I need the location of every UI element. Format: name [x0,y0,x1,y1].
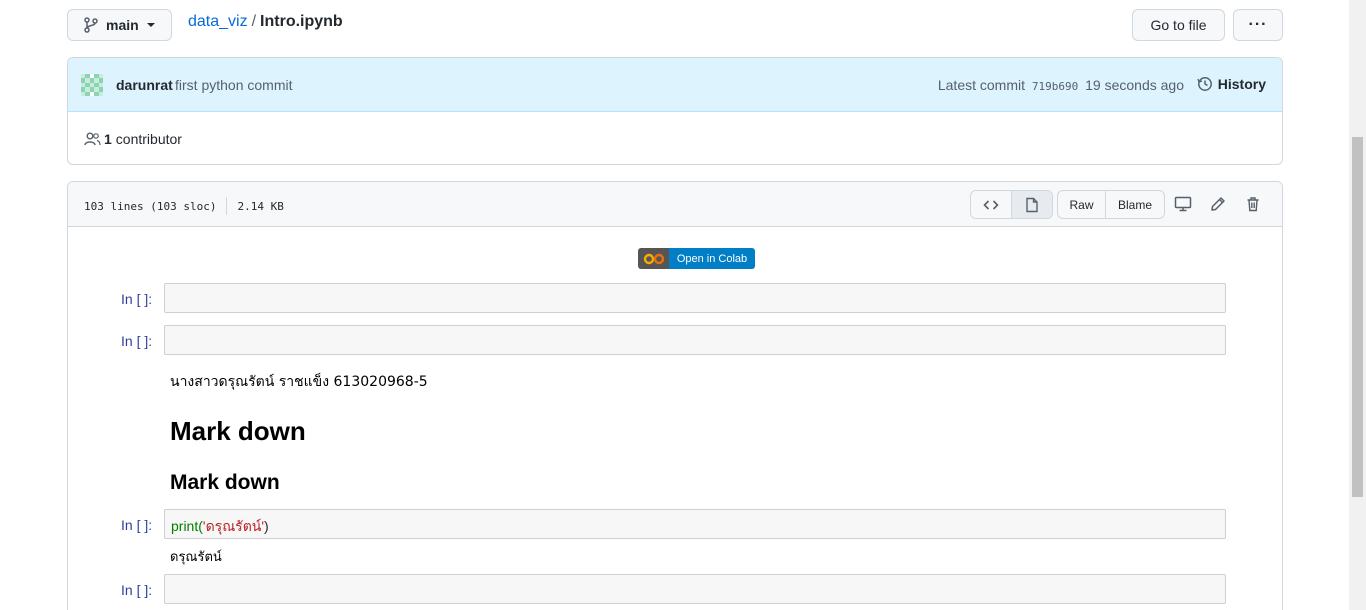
latest-commit-box: darunrat first python commit Latest comm… [67,57,1283,165]
code-cell-empty-1[interactable] [164,283,1226,313]
chevron-down-icon [146,23,155,27]
cell-prompt: In [ ]: [121,582,153,598]
avatar[interactable] [81,74,103,96]
branch-selector-button[interactable]: main [67,9,172,41]
code-icon [983,199,999,210]
people-icon [84,132,101,146]
breadcrumb-repo-link[interactable]: data_viz [188,13,248,30]
open-in-colab-badge[interactable]: Open in Colab [638,248,755,269]
blame-button[interactable]: Blame [1106,191,1164,218]
raw-blame-group: Raw Blame [1057,190,1165,219]
go-to-file-button[interactable]: Go to file [1132,9,1225,41]
commit-meta: Latest commit 719b690 19 seconds ago [938,77,1184,93]
branch-name: main [106,17,139,33]
commit-header: darunrat first python commit Latest comm… [68,58,1282,112]
breadcrumb-file-name: Intro.ipynb [260,13,343,30]
view-toggle [970,190,1053,219]
code-view-button[interactable] [971,191,1011,218]
file-icon [1026,197,1038,212]
markdown-heading-1: Mark down [170,416,306,446]
latest-commit-label: Latest commit [937,77,1025,93]
pencil-icon [1211,197,1225,211]
scrollbar-thumb[interactable] [1352,137,1363,497]
file-info: 103 lines (103 sloc) 2.14 KB [84,197,284,215]
code-paren: ) [264,518,269,534]
desktop-open-button[interactable] [1173,194,1193,214]
rendered-view-button[interactable] [1011,191,1052,218]
history-label: History [1217,76,1266,92]
breadcrumb: data_viz / Intro.ipynb [188,13,343,31]
colab-logo-icon [638,248,669,269]
cell-prompt: In [ ]: [121,517,153,533]
breadcrumb-separator: / [251,13,257,30]
file-header: 103 lines (103 sloc) 2.14 KB Raw Blame [68,182,1282,227]
commit-sha-link[interactable]: 719b690 [1032,80,1078,93]
trash-icon [1247,197,1259,212]
file-line-count: 103 lines (103 sloc) [84,199,217,213]
markdown-heading-2: Mark down [170,471,280,494]
contributor-label: contributor [115,131,182,147]
cell-prompt: In [ ]: [121,291,153,307]
contributor-count: 1 [104,131,112,147]
more-options-button[interactable]: ··· [1233,9,1283,41]
history-link[interactable]: History [1197,76,1266,92]
markdown-text-line: นางสาวดรุณรัตน์ ราชแข็ง 613020968-5 [170,374,428,390]
desktop-icon [1174,196,1192,212]
cell-output: ดรุณรัตน์ [170,550,222,565]
divider [226,197,228,215]
commit-message-link[interactable]: first python commit [175,77,292,93]
scrollbar[interactable] [1349,0,1366,610]
code-cell-empty-2[interactable] [164,325,1226,355]
file-nav-bar: main data_viz / Intro.ipynb Go to file ··· [67,9,1283,41]
history-icon [1197,77,1212,91]
code-cell-print[interactable]: print('ดรุณรัตน์') [164,509,1226,539]
code-string: 'ดรุณรัตน์' [202,518,265,534]
git-branch-icon [84,17,98,33]
code-function: print( [171,518,203,534]
file-viewer: 103 lines (103 sloc) 2.14 KB Raw Blame O… [67,181,1283,610]
commit-author-link[interactable]: darunrat [116,77,173,93]
commit-time: 19 seconds ago [1085,77,1184,93]
colab-badge-label: Open in Colab [669,248,755,269]
cell-prompt: In [ ]: [121,333,153,349]
edit-file-button[interactable] [1208,194,1228,214]
delete-file-button[interactable] [1243,194,1263,214]
code-cell-empty-3[interactable] [164,574,1226,604]
contributors-link[interactable]: 1 contributor [84,131,182,147]
file-size: 2.14 KB [237,199,284,213]
raw-button[interactable]: Raw [1058,191,1106,218]
